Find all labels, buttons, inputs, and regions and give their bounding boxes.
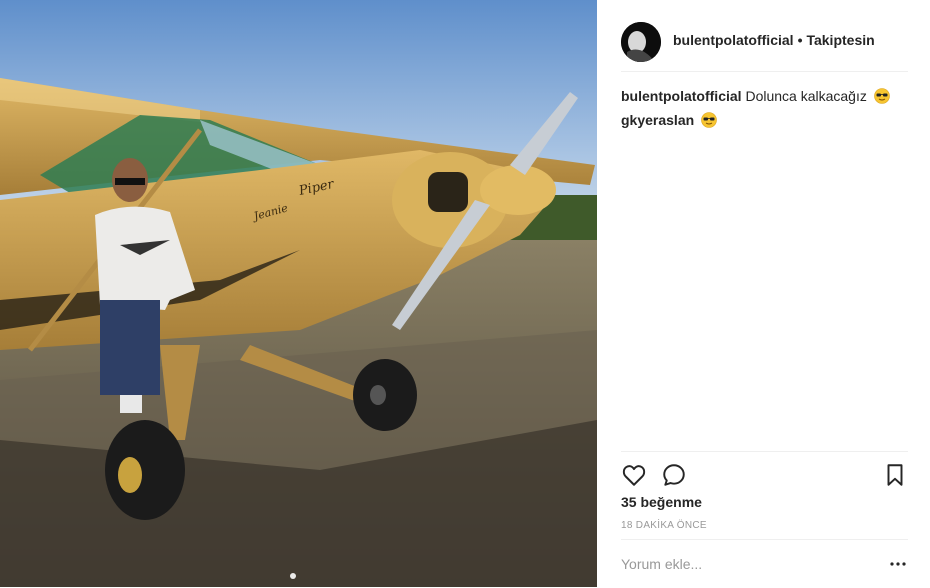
post-panel: bulentpolatofficial • Takiptesin bulentp… xyxy=(597,0,930,587)
bookmark-icon xyxy=(887,464,903,486)
post-username[interactable]: bulentpolatofficial xyxy=(673,32,794,48)
avatar[interactable] xyxy=(621,21,661,62)
post-header: bulentpolatofficial • Takiptesin xyxy=(621,12,908,72)
more-options-button[interactable] xyxy=(888,554,908,574)
sunglasses-emoji-icon xyxy=(701,112,717,128)
follow-status[interactable]: Takiptesin xyxy=(806,32,874,48)
carousel-indicator xyxy=(290,573,296,579)
comment-username[interactable]: gkyeraslan xyxy=(621,112,694,128)
heart-icon xyxy=(622,465,646,486)
comment-button[interactable] xyxy=(661,462,687,488)
avatar-image xyxy=(621,21,661,62)
save-button[interactable] xyxy=(882,462,908,488)
comment-username[interactable]: bulentpolatofficial xyxy=(621,88,742,104)
ellipsis-icon xyxy=(890,562,906,566)
like-count[interactable]: 35 beğenme xyxy=(621,494,702,510)
separator-dot: • xyxy=(797,31,803,48)
post-timestamp[interactable]: 18 DAKİKA ÖNCE xyxy=(621,520,707,531)
action-bar xyxy=(621,451,908,492)
comment-input[interactable] xyxy=(621,556,871,572)
comment-item: gkyeraslan xyxy=(621,108,908,132)
sunglasses-emoji-icon xyxy=(873,88,890,104)
like-button[interactable] xyxy=(621,462,647,488)
comments-list: bulentpolatofficial Dolunca kalkacağız g… xyxy=(621,84,908,132)
plane-photo-illustration: Piper Jeanie xyxy=(0,0,597,587)
speech-bubble-icon xyxy=(663,464,685,486)
comment-text: Dolunca kalkacağız xyxy=(745,88,867,104)
comment-item: bulentpolatofficial Dolunca kalkacağız xyxy=(621,84,908,108)
add-comment-bar xyxy=(621,539,908,588)
post-photo[interactable]: Piper Jeanie xyxy=(0,0,597,587)
